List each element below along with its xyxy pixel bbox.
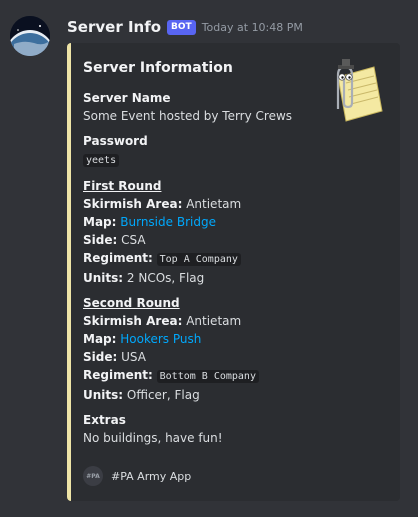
first-round-heading: First Round — [83, 179, 162, 193]
footer-text: #PA Army App — [111, 469, 192, 483]
bot-avatar[interactable] — [10, 16, 50, 56]
password-label: Password — [83, 134, 148, 148]
second-round-section: Second Round Skirmish Area: Antietam Map… — [83, 294, 323, 404]
earth-horizon-icon — [10, 16, 50, 56]
second-round-map: Map: Hookers Push — [83, 332, 202, 346]
embed-fields: Server Name Some Event hosted by Terry C… — [83, 89, 323, 447]
server-name-label: Server Name — [83, 91, 171, 105]
second-round-skirmish: Skirmish Area: Antietam — [83, 314, 242, 328]
embed-footer: #PA #PA Army App — [83, 466, 191, 486]
first-round-map-link[interactable]: Burnside Bridge — [120, 215, 216, 229]
password-code: yeets — [83, 154, 120, 167]
footer-app-icon: #PA — [83, 466, 103, 486]
second-round-side: Side: USA — [83, 350, 146, 364]
embed-title: Server Information — [83, 60, 233, 76]
first-round-map: Map: Burnside Bridge — [83, 215, 216, 229]
second-round-regiment: Regiment: Bottom B Company — [83, 366, 323, 386]
second-round-units: Units: Officer, Flag — [83, 388, 200, 402]
embed: Server Information Server Name Some Even… — [67, 43, 400, 501]
first-round-regiment: Regiment: Top A Company — [83, 249, 323, 269]
first-round-regiment-code: Top A Company — [156, 253, 241, 266]
extras-label: Extras — [83, 413, 126, 427]
clippy-paperclip-icon[interactable] — [324, 57, 384, 123]
first-round-units: Units: 2 NCOs, Flag — [83, 271, 205, 285]
bot-tag: BOT — [167, 19, 196, 35]
first-round-section: First Round Skirmish Area: Antietam Map:… — [83, 177, 323, 287]
second-round-map-link[interactable]: Hookers Push — [120, 332, 201, 346]
message-header: Server Info BOT Today at 10:48 PM — [67, 18, 303, 36]
first-round-side: Side: CSA — [83, 233, 146, 247]
username[interactable]: Server Info — [67, 18, 161, 36]
password-value-line: yeets — [83, 150, 323, 170]
first-round-skirmish: Skirmish Area: Antietam — [83, 197, 242, 211]
server-name-value: Some Event hosted by Terry Crews — [83, 109, 293, 123]
second-round-heading: Second Round — [83, 296, 180, 310]
timestamp: Today at 10:48 PM — [201, 20, 303, 34]
second-round-regiment-code: Bottom B Company — [156, 370, 259, 383]
extras-value: No buildings, have fun! — [83, 431, 223, 445]
